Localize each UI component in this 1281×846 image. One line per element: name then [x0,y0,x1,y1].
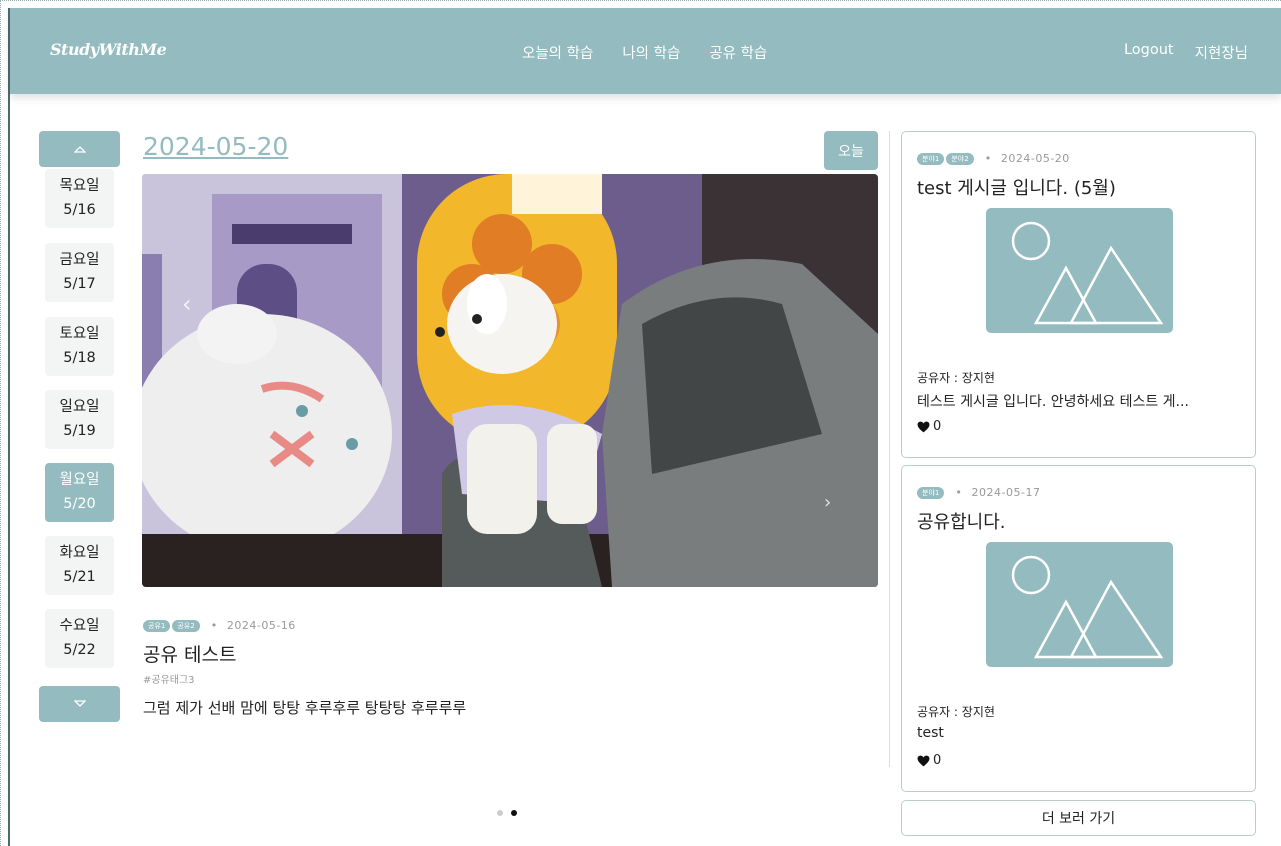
day-date: 5/16 [63,202,96,218]
post-meta: 공유1 공유2 • 2024-05-16 [143,615,296,634]
day-scroll-down-button[interactable] [39,686,120,722]
today-button[interactable]: 오늘 [824,131,878,170]
user-name[interactable]: 지현장님 [1195,42,1248,63]
column-divider [889,131,890,767]
carousel-dot-active[interactable] [511,810,517,816]
image-placeholder-icon [986,208,1173,333]
logout-link[interactable]: Logout [1124,42,1174,63]
selected-date-title[interactable]: 2024-05-20 [143,132,288,161]
post-body: 그럼 제가 선배 맘에 탕탕 후루후루 탕탕탕 후루루루 [143,699,467,717]
post-photo [142,174,878,587]
day-item[interactable]: 목요일 5/16 [45,169,114,228]
day-weekday: 목요일 [59,178,100,194]
day-date: 5/18 [63,350,96,366]
day-scroll-up-button[interactable] [39,131,120,167]
carousel-indicators [497,810,517,816]
card-sharer: 공유자 : 장지현 [917,371,995,385]
nav-today-study[interactable]: 오늘의 학습 [522,42,593,63]
day-item[interactable]: 금요일 5/17 [45,243,114,302]
post-title[interactable]: 공유 테스트 [143,640,236,667]
post-tag[interactable]: 공유2 [172,619,200,632]
card-excerpt: 테스트 게시글 입니다. 안녕하세요 테스트 게... [917,394,1189,410]
card-title[interactable]: test 게시글 입니다. (5월) [917,174,1116,200]
nav-links: 오늘의 학습 나의 학습 공유 학습 [522,42,767,63]
day-date: 5/19 [63,423,96,439]
day-item[interactable]: 수요일 5/22 [45,609,114,668]
day-weekday: 금요일 [59,252,100,268]
card-tag[interactable]: 분야2 [946,152,974,165]
card-title[interactable]: 공유합니다. [917,508,1006,534]
day-weekday: 토요일 [59,326,100,342]
bullet-separator: • [980,152,996,165]
navbar: StudyWithMe 오늘의 학습 나의 학습 공유 학습 Logout 지현… [10,8,1281,94]
card-likes: 0 [917,753,941,768]
day-item[interactable]: 일요일 5/19 [45,390,114,449]
day-weekday: 월요일 [59,472,100,488]
left-border [8,8,10,846]
post-image-carousel[interactable] [142,174,878,587]
post-date: 2024-05-16 [226,619,296,632]
bullet-separator: • [206,619,222,632]
day-item[interactable]: 토요일 5/18 [45,317,114,376]
card-date: 2024-05-20 [1000,152,1070,165]
bullet-separator: • [951,486,967,499]
day-weekday: 일요일 [59,399,100,415]
post-hashtag[interactable]: #공유태그3 [143,671,195,686]
day-date: 5/20 [63,496,96,512]
card-meta: 분야1 분야2 • 2024-05-20 [917,148,1070,167]
day-item-selected[interactable]: 월요일 5/20 [45,463,114,522]
nav-right: Logout 지현장님 [1124,42,1248,63]
see-more-button[interactable]: 더 보러 가기 [901,800,1256,836]
day-date: 5/21 [63,569,96,585]
card-tag[interactable]: 분야1 [917,486,945,499]
carousel-prev-button[interactable]: ‹ [182,290,192,318]
day-date: 5/22 [63,642,96,658]
heart-icon[interactable] [917,421,930,433]
logo[interactable]: StudyWithMe [50,40,167,59]
nav-shared-study[interactable]: 공유 학습 [709,42,767,63]
card-tag[interactable]: 분야1 [917,152,945,165]
day-weekday: 수요일 [59,618,100,634]
card-date: 2024-05-17 [971,486,1041,499]
carousel-dot[interactable] [497,810,503,816]
shared-post-card[interactable]: 분야1 • 2024-05-17 공유합니다. 공유자 : 장지현 test 0 [901,465,1256,792]
card-meta: 분야1 • 2024-05-17 [917,482,1040,501]
day-date: 5/17 [63,276,96,292]
nav-my-study[interactable]: 나의 학습 [622,42,680,63]
triangle-down-icon [73,700,86,707]
card-sharer: 공유자 : 장지현 [917,705,995,719]
card-excerpt: test [917,725,944,741]
card-likes: 0 [917,419,941,434]
shared-post-card[interactable]: 분야1 분야2 • 2024-05-20 test 게시글 입니다. (5월) 공… [901,131,1256,458]
like-count: 0 [933,419,942,434]
heart-icon[interactable] [917,755,930,767]
like-count: 0 [933,753,942,768]
day-item[interactable]: 화요일 5/21 [45,536,114,595]
post-tag[interactable]: 공유1 [143,619,171,632]
carousel-next-button[interactable]: › [824,492,831,513]
day-weekday: 화요일 [59,545,100,561]
triangle-up-icon [73,146,86,153]
image-placeholder-icon [986,542,1173,667]
